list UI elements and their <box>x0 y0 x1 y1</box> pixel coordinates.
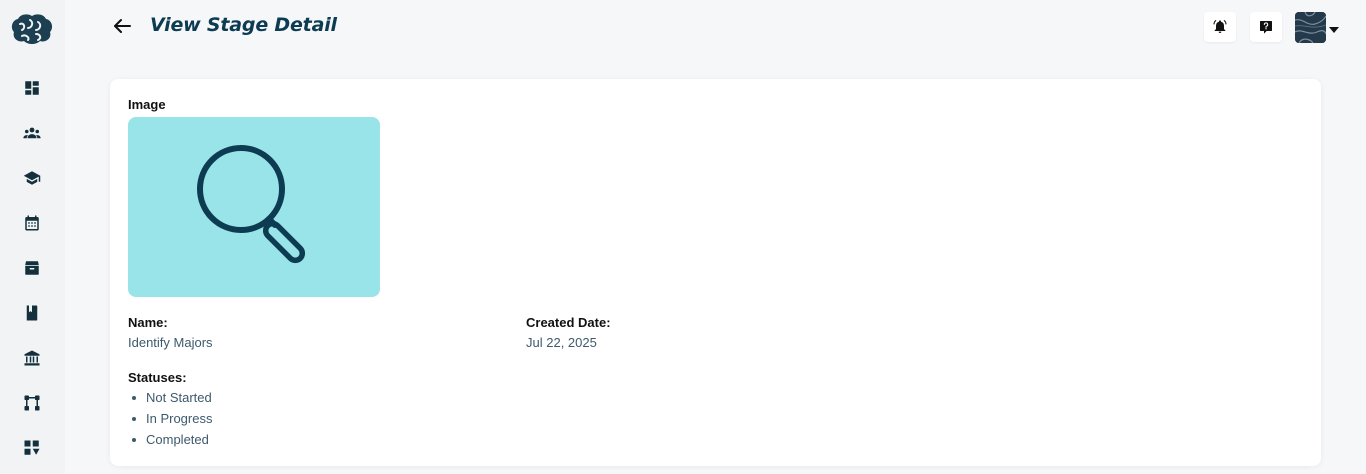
arrow-left-icon <box>114 19 131 33</box>
stage-detail-card: Image Name: Identify Majors Created Date… <box>110 79 1321 466</box>
stage-image <box>128 117 380 297</box>
sidebar-item-education[interactable] <box>20 166 44 190</box>
created-date-label: Created Date: <box>526 315 611 330</box>
grid-dropdown-icon <box>24 440 40 455</box>
institution-icon <box>24 350 40 366</box>
notifications-button[interactable] <box>1204 12 1236 42</box>
caret-down-icon <box>1329 27 1339 33</box>
book-icon <box>26 305 38 321</box>
list-item: In Progress <box>128 411 212 432</box>
graduation-cap-icon <box>23 171 41 185</box>
user-avatar[interactable] <box>1295 12 1326 43</box>
sidebar-item-users[interactable] <box>20 121 44 145</box>
image-label: Image <box>128 97 166 112</box>
list-item: Completed <box>128 432 212 453</box>
users-icon <box>23 127 41 139</box>
dashboard-icon <box>25 81 39 95</box>
account-dropdown-caret[interactable] <box>1328 22 1340 33</box>
sidebar-item-more[interactable] <box>20 436 44 460</box>
name-label: Name: <box>128 315 168 330</box>
calendar-icon <box>25 215 39 231</box>
magnifying-glass-icon <box>197 145 306 264</box>
sidebar-item-workflow[interactable] <box>20 391 44 415</box>
status-list: Not Started In Progress Completed <box>128 390 212 453</box>
archive-box-icon <box>25 261 39 275</box>
created-date-value: Jul 22, 2025 <box>526 335 597 350</box>
avatar-image-icon <box>1295 12 1326 43</box>
top-bar: View Stage Detail <box>65 0 1366 60</box>
workflow-icon <box>24 395 40 411</box>
statuses-label: Statuses: <box>128 370 187 385</box>
help-question-icon <box>1260 21 1272 34</box>
name-value: Identify Majors <box>128 335 213 350</box>
list-item: Not Started <box>128 390 212 411</box>
sidebar-item-book[interactable] <box>20 301 44 325</box>
sidebar-item-dashboard[interactable] <box>20 76 44 100</box>
sidebar-item-calendar[interactable] <box>20 211 44 235</box>
page-title: View Stage Detail <box>150 14 337 36</box>
sidebar <box>0 0 65 474</box>
help-button[interactable] <box>1250 12 1282 42</box>
brain-logo-icon[interactable] <box>8 10 56 46</box>
sidebar-item-institution[interactable] <box>20 346 44 370</box>
back-arrow-button[interactable] <box>111 15 133 37</box>
sidebar-item-archive[interactable] <box>20 256 44 280</box>
bell-icon <box>1213 19 1227 33</box>
